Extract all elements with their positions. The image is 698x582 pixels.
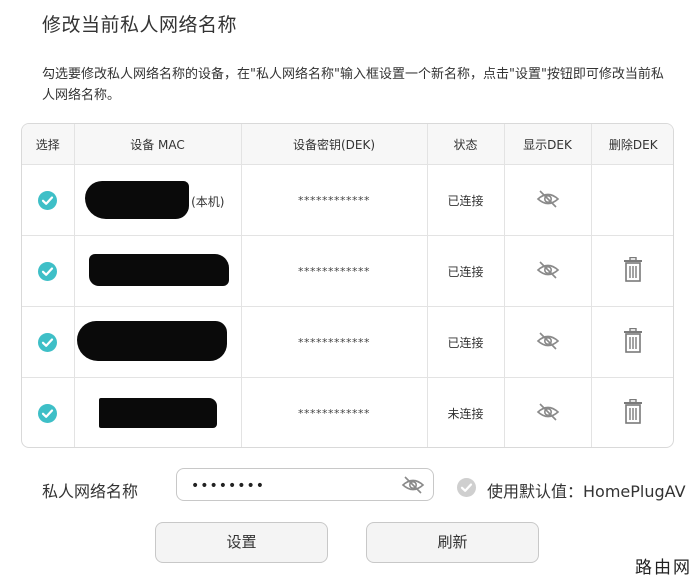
table-row: (本机) ************ 已连接 bbox=[22, 164, 673, 236]
dek-value: ************ bbox=[298, 407, 370, 420]
header-delete-dek: 删除DEK bbox=[591, 124, 673, 165]
page-title: 修改当前私人网络名称 bbox=[42, 14, 238, 36]
status-text: 未连接 bbox=[447, 406, 484, 421]
mac-cell bbox=[74, 377, 242, 447]
show-dek-cell bbox=[504, 164, 592, 236]
redacted-mac bbox=[88, 254, 229, 286]
show-dek-cell bbox=[504, 306, 592, 378]
mac-cell bbox=[74, 306, 242, 378]
status-cell: 已连接 bbox=[427, 164, 505, 236]
network-name-field[interactable] bbox=[176, 468, 434, 501]
status-cell: 未连接 bbox=[427, 377, 505, 447]
redacted-mac bbox=[76, 321, 227, 361]
header-dek: 设备密钥(DEK) bbox=[241, 124, 428, 165]
set-button[interactable]: 设置 bbox=[155, 522, 328, 563]
mac-cell: (本机) bbox=[74, 164, 242, 236]
header-show-dek: 显示DEK bbox=[504, 124, 592, 165]
default-value-checkbox[interactable] bbox=[457, 478, 476, 497]
trash-icon[interactable] bbox=[622, 256, 644, 286]
table-row: ************ 已连接 bbox=[22, 306, 673, 378]
check-circle-icon[interactable] bbox=[38, 261, 58, 281]
eye-off-icon[interactable] bbox=[401, 475, 425, 499]
redacted-mac bbox=[84, 181, 189, 219]
delete-dek-cell bbox=[591, 378, 673, 448]
select-cell bbox=[22, 306, 75, 378]
device-table: 选择 设备 MAC 设备密钥(DEK) 状态 显示DEK 删除DEK (本机) bbox=[21, 123, 674, 448]
dek-cell: ************ bbox=[241, 306, 428, 378]
watermark: 路由网 bbox=[635, 558, 692, 578]
check-circle-icon[interactable] bbox=[38, 332, 58, 352]
network-name-input[interactable] bbox=[189, 475, 393, 497]
eye-off-icon[interactable] bbox=[536, 189, 560, 212]
show-dek-cell bbox=[504, 377, 592, 447]
table-row: ************ 未连接 bbox=[22, 377, 673, 448]
header-mac: 设备 MAC bbox=[74, 124, 242, 165]
table-header-row: 选择 设备 MAC 设备密钥(DEK) 状态 显示DEK 删除DEK bbox=[22, 124, 673, 165]
eye-off-icon[interactable] bbox=[536, 402, 560, 425]
dek-cell: ************ bbox=[241, 235, 428, 307]
local-device-label: (本机) bbox=[191, 195, 225, 209]
header-select: 选择 bbox=[22, 124, 75, 165]
table-row: ************ 已连接 bbox=[22, 235, 673, 307]
delete-dek-cell bbox=[591, 306, 673, 378]
delete-dek-cell bbox=[591, 164, 673, 236]
redacted-mac bbox=[98, 398, 217, 428]
header-status: 状态 bbox=[427, 124, 505, 165]
status-cell: 已连接 bbox=[427, 306, 505, 378]
refresh-button[interactable]: 刷新 bbox=[366, 522, 539, 563]
mac-cell bbox=[74, 235, 242, 307]
trash-icon[interactable] bbox=[622, 327, 644, 357]
dek-cell: ************ bbox=[241, 164, 428, 236]
status-text: 已连接 bbox=[447, 335, 484, 350]
check-circle-icon[interactable] bbox=[38, 190, 58, 210]
dek-value: ************ bbox=[298, 265, 370, 278]
dek-cell: ************ bbox=[241, 377, 428, 447]
delete-dek-cell bbox=[591, 235, 673, 307]
show-dek-cell bbox=[504, 235, 592, 307]
eye-off-icon[interactable] bbox=[536, 260, 560, 283]
select-cell bbox=[22, 235, 75, 307]
select-cell bbox=[22, 164, 75, 236]
select-cell bbox=[22, 377, 75, 447]
check-circle-icon[interactable] bbox=[38, 403, 58, 423]
eye-off-icon[interactable] bbox=[536, 331, 560, 354]
default-value-label: 使用默认值：HomePlugAV bbox=[487, 482, 686, 501]
dek-value: ************ bbox=[298, 336, 370, 349]
status-cell: 已连接 bbox=[427, 235, 505, 307]
page-description: 勾选要修改私人网络名称的设备，在"私人网络名称"输入框设置一个新名称，点击"设置… bbox=[42, 67, 664, 103]
network-name-label: 私人网络名称 bbox=[42, 482, 139, 501]
dek-value: ************ bbox=[298, 194, 370, 207]
status-text: 已连接 bbox=[447, 264, 484, 279]
trash-icon[interactable] bbox=[622, 398, 644, 428]
status-text: 已连接 bbox=[447, 193, 484, 208]
